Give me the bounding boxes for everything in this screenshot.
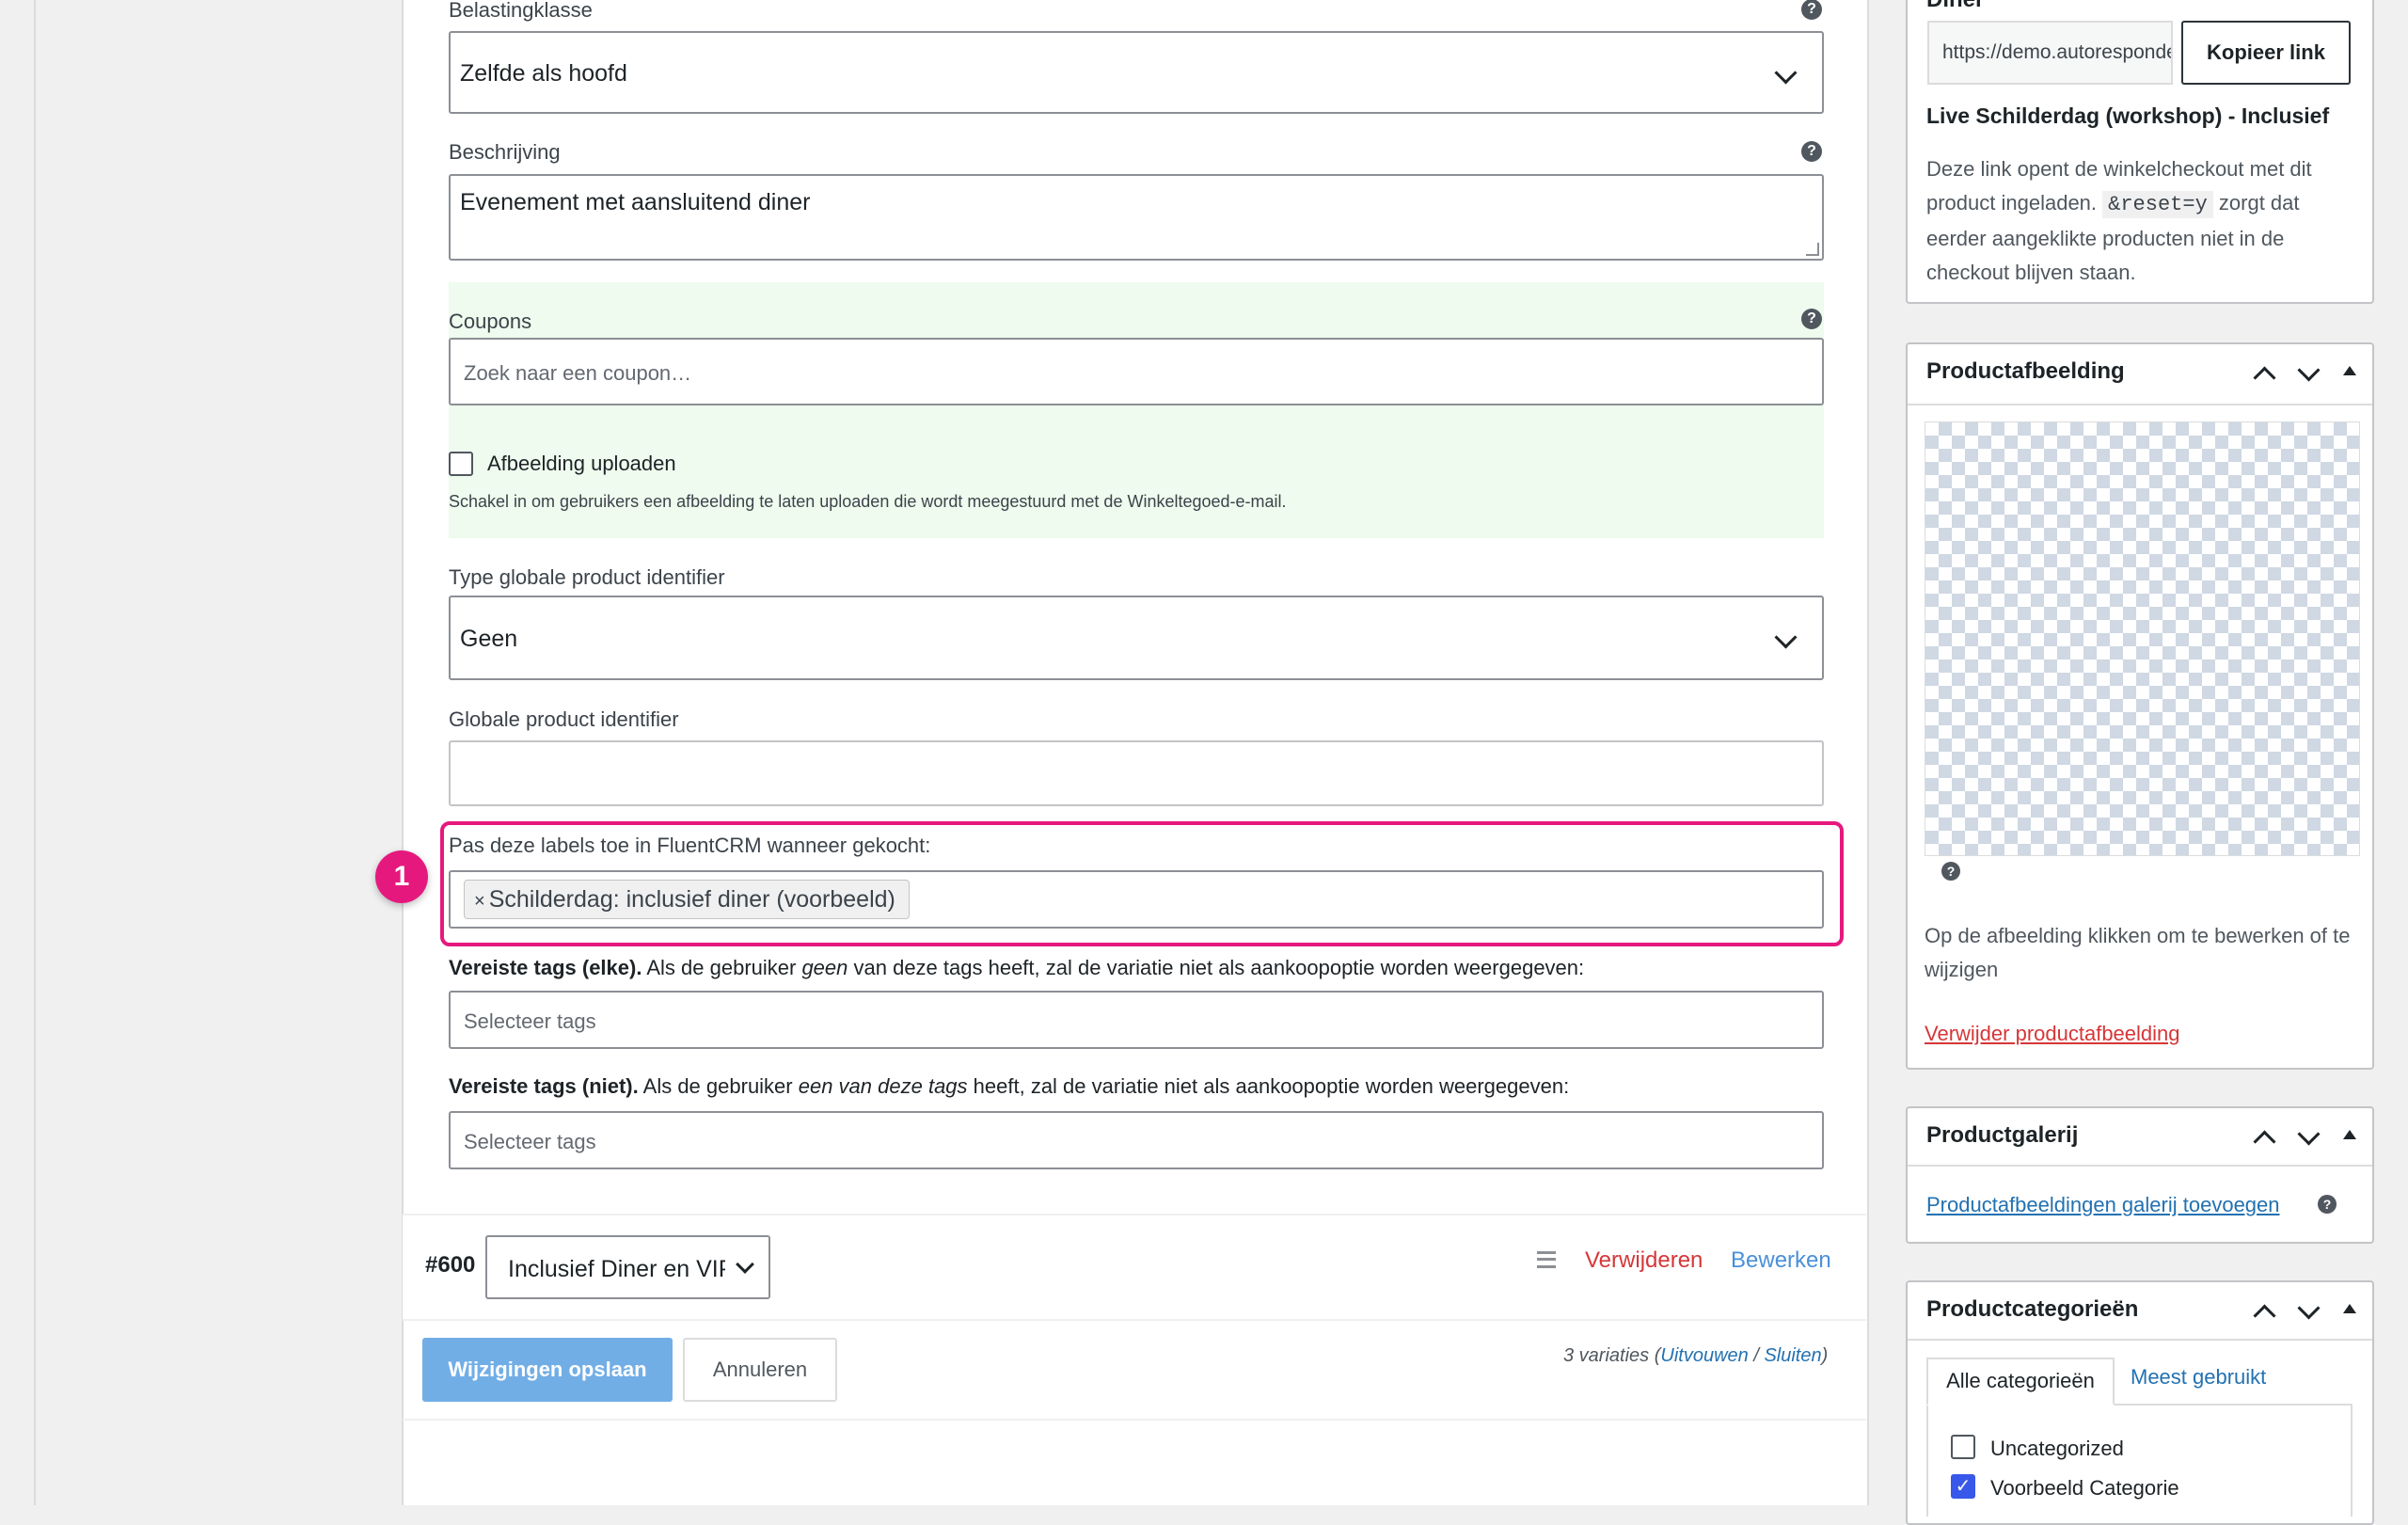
box-divider	[1908, 1165, 2372, 1167]
required-not-placeholder: Selecteer tags	[464, 1130, 596, 1153]
tag-chip: × Schilderdag: inclusief diner (voorbeeld…	[464, 880, 910, 919]
box-divider	[1908, 1339, 2372, 1341]
tag-label: Schilderdag: inclusief diner (voorbeeld)	[488, 886, 895, 913]
checkout-url-input[interactable]: https://demo.autoresponder	[1927, 21, 2173, 85]
chevron-down-icon	[1774, 61, 1798, 85]
resize-handle-icon[interactable]	[1806, 243, 1819, 256]
gpi-type-value: Geen	[460, 626, 518, 652]
reset-code: &reset=y	[2102, 191, 2213, 218]
required-any-bold: Vereiste tags (elke).	[449, 956, 642, 979]
collapse-link[interactable]: Sluiten	[1764, 1345, 1821, 1366]
checkout-product-title: Live Schilderdag (workshop) - Inclusief	[1926, 103, 2330, 128]
help-icon[interactable]: ?	[2318, 1195, 2337, 1214]
add-gallery-images-link[interactable]: Productafbeeldingen galerij toevoegen	[1926, 1193, 2280, 1217]
product-gallery-title: Productgalerij	[1926, 1122, 2079, 1148]
required-not-label: Vereiste tags (niet). Als de gebruiker e…	[449, 1074, 1569, 1099]
product-image-title: Productafbeelding	[1926, 358, 2125, 384]
tab-most-used[interactable]: Meest gebruikt	[2131, 1365, 2266, 1390]
chevron-down-icon	[1774, 626, 1798, 649]
description-label: Beschrijving	[449, 140, 561, 164]
divider	[403, 1419, 1866, 1421]
drag-handle-icon[interactable]	[1537, 1251, 1556, 1268]
select-arrow-area	[725, 1237, 768, 1297]
copy-link-button[interactable]: Kopieer link	[2181, 21, 2351, 85]
left-border	[34, 0, 36, 1505]
required-any-label: Vereiste tags (elke). Als de gebruiker g…	[449, 956, 1584, 980]
remove-product-image-link[interactable]: Verwijder productafbeelding	[1925, 1022, 2180, 1046]
save-changes-button[interactable]: Wijzigingen opslaan	[422, 1338, 673, 1402]
product-image-preview[interactable]	[1925, 421, 2360, 856]
box-divider	[1908, 404, 2372, 405]
required-any-placeholder: Selecteer tags	[464, 1009, 596, 1033]
category-label-uncategorized: Uncategorized	[1990, 1437, 2124, 1460]
product-image-hint: Op de afbeelding klikken om te bewerken …	[1925, 924, 2351, 981]
coupon-search-input[interactable]: Zoek naar een coupon…	[449, 338, 1824, 405]
variation-remove-link[interactable]: Verwijderen	[1585, 1247, 1703, 1274]
gpi-type-label: Type globale product identifier	[449, 565, 725, 589]
upload-image-help: Schakel in om gebruikers een afbeelding …	[449, 492, 1287, 511]
variations-count-text: 3 variaties (	[1563, 1345, 1661, 1366]
description-textarea[interactable]: Evenement met aansluitend diner	[449, 174, 1824, 261]
callout-badge: 1	[375, 850, 428, 903]
tax-class-label: Belastingklasse	[449, 0, 593, 22]
required-not-bold: Vereiste tags (niet).	[449, 1074, 639, 1098]
gpi-type-select[interactable]: Geen	[449, 596, 1824, 680]
required-not-post: heeft, zal de variatie niet als aankoopo…	[967, 1074, 1570, 1098]
checkout-url-value: https://demo.autoresponder	[1942, 41, 2173, 63]
required-not-input[interactable]: Selecteer tags	[449, 1111, 1824, 1169]
variation-id: #600	[425, 1252, 476, 1278]
required-any-pre: Als de gebruiker	[642, 956, 802, 979]
gpi-input[interactable]	[449, 740, 1824, 806]
tax-class-select[interactable]: Zelfde als hoofd	[449, 31, 1824, 114]
fluentcrm-label: Pas deze labels toe in FluentCRM wanneer…	[449, 834, 931, 857]
collapse-toggle-icon[interactable]	[2343, 366, 2356, 375]
required-not-em: een van deze tags	[798, 1074, 968, 1098]
variations-count: 3 variaties (Uitvouwen / Sluiten)	[1563, 1345, 1828, 1367]
help-icon[interactable]: ?	[1941, 862, 1960, 881]
collapse-toggle-icon[interactable]	[2343, 1130, 2356, 1139]
required-any-em: geen	[801, 956, 848, 979]
coupon-placeholder: Zoek naar een coupon…	[464, 361, 692, 385]
tax-class-value: Zelfde als hoofd	[460, 60, 627, 87]
required-any-post: van deze tags heeft, zal de variatie nie…	[848, 956, 1585, 979]
chevron-down-icon	[736, 1255, 754, 1274]
help-icon[interactable]: ?	[1801, 141, 1822, 162]
required-not-pre: Als de gebruiker	[638, 1074, 799, 1098]
tag-remove-icon[interactable]: ×	[474, 891, 485, 912]
product-categories-title: Productcategorieën	[1926, 1296, 2139, 1322]
variation-select[interactable]: Inclusief Diner en VIP	[485, 1235, 770, 1299]
checkout-link-heading: Diner	[1926, 0, 1984, 13]
expand-link[interactable]: Uitvouwen	[1660, 1345, 1748, 1366]
description-value: Evenement met aansluitend diner	[460, 189, 811, 215]
variation-select-value: Inclusief Diner en VIP	[508, 1256, 735, 1282]
separator: /	[1748, 1345, 1765, 1366]
gpi-label: Globale product identifier	[449, 707, 679, 731]
tab-all-categories[interactable]: Alle categorieën	[1926, 1358, 2115, 1406]
variation-edit-link[interactable]: Bewerken	[1731, 1247, 1831, 1274]
category-label-voorbeeld: Voorbeeld Categorie	[1990, 1476, 2179, 1500]
help-icon[interactable]: ?	[1801, 0, 1822, 20]
variations-count-end: )	[1821, 1345, 1829, 1366]
category-checkbox-voorbeeld[interactable]: ✓	[1951, 1474, 1975, 1499]
upload-image-label: Afbeelding uploaden	[487, 452, 676, 475]
required-any-input[interactable]: Selecteer tags	[449, 991, 1824, 1049]
checkout-link-description: Deze link opent de winkelcheckout met di…	[1926, 152, 2361, 290]
help-icon[interactable]: ?	[1801, 309, 1822, 329]
upload-image-checkbox[interactable]	[449, 452, 473, 476]
coupons-label: Coupons	[449, 310, 532, 333]
collapse-toggle-icon[interactable]	[2343, 1304, 2356, 1313]
cancel-button[interactable]: Annuleren	[683, 1338, 837, 1402]
category-checkbox-uncategorized[interactable]	[1951, 1435, 1975, 1459]
